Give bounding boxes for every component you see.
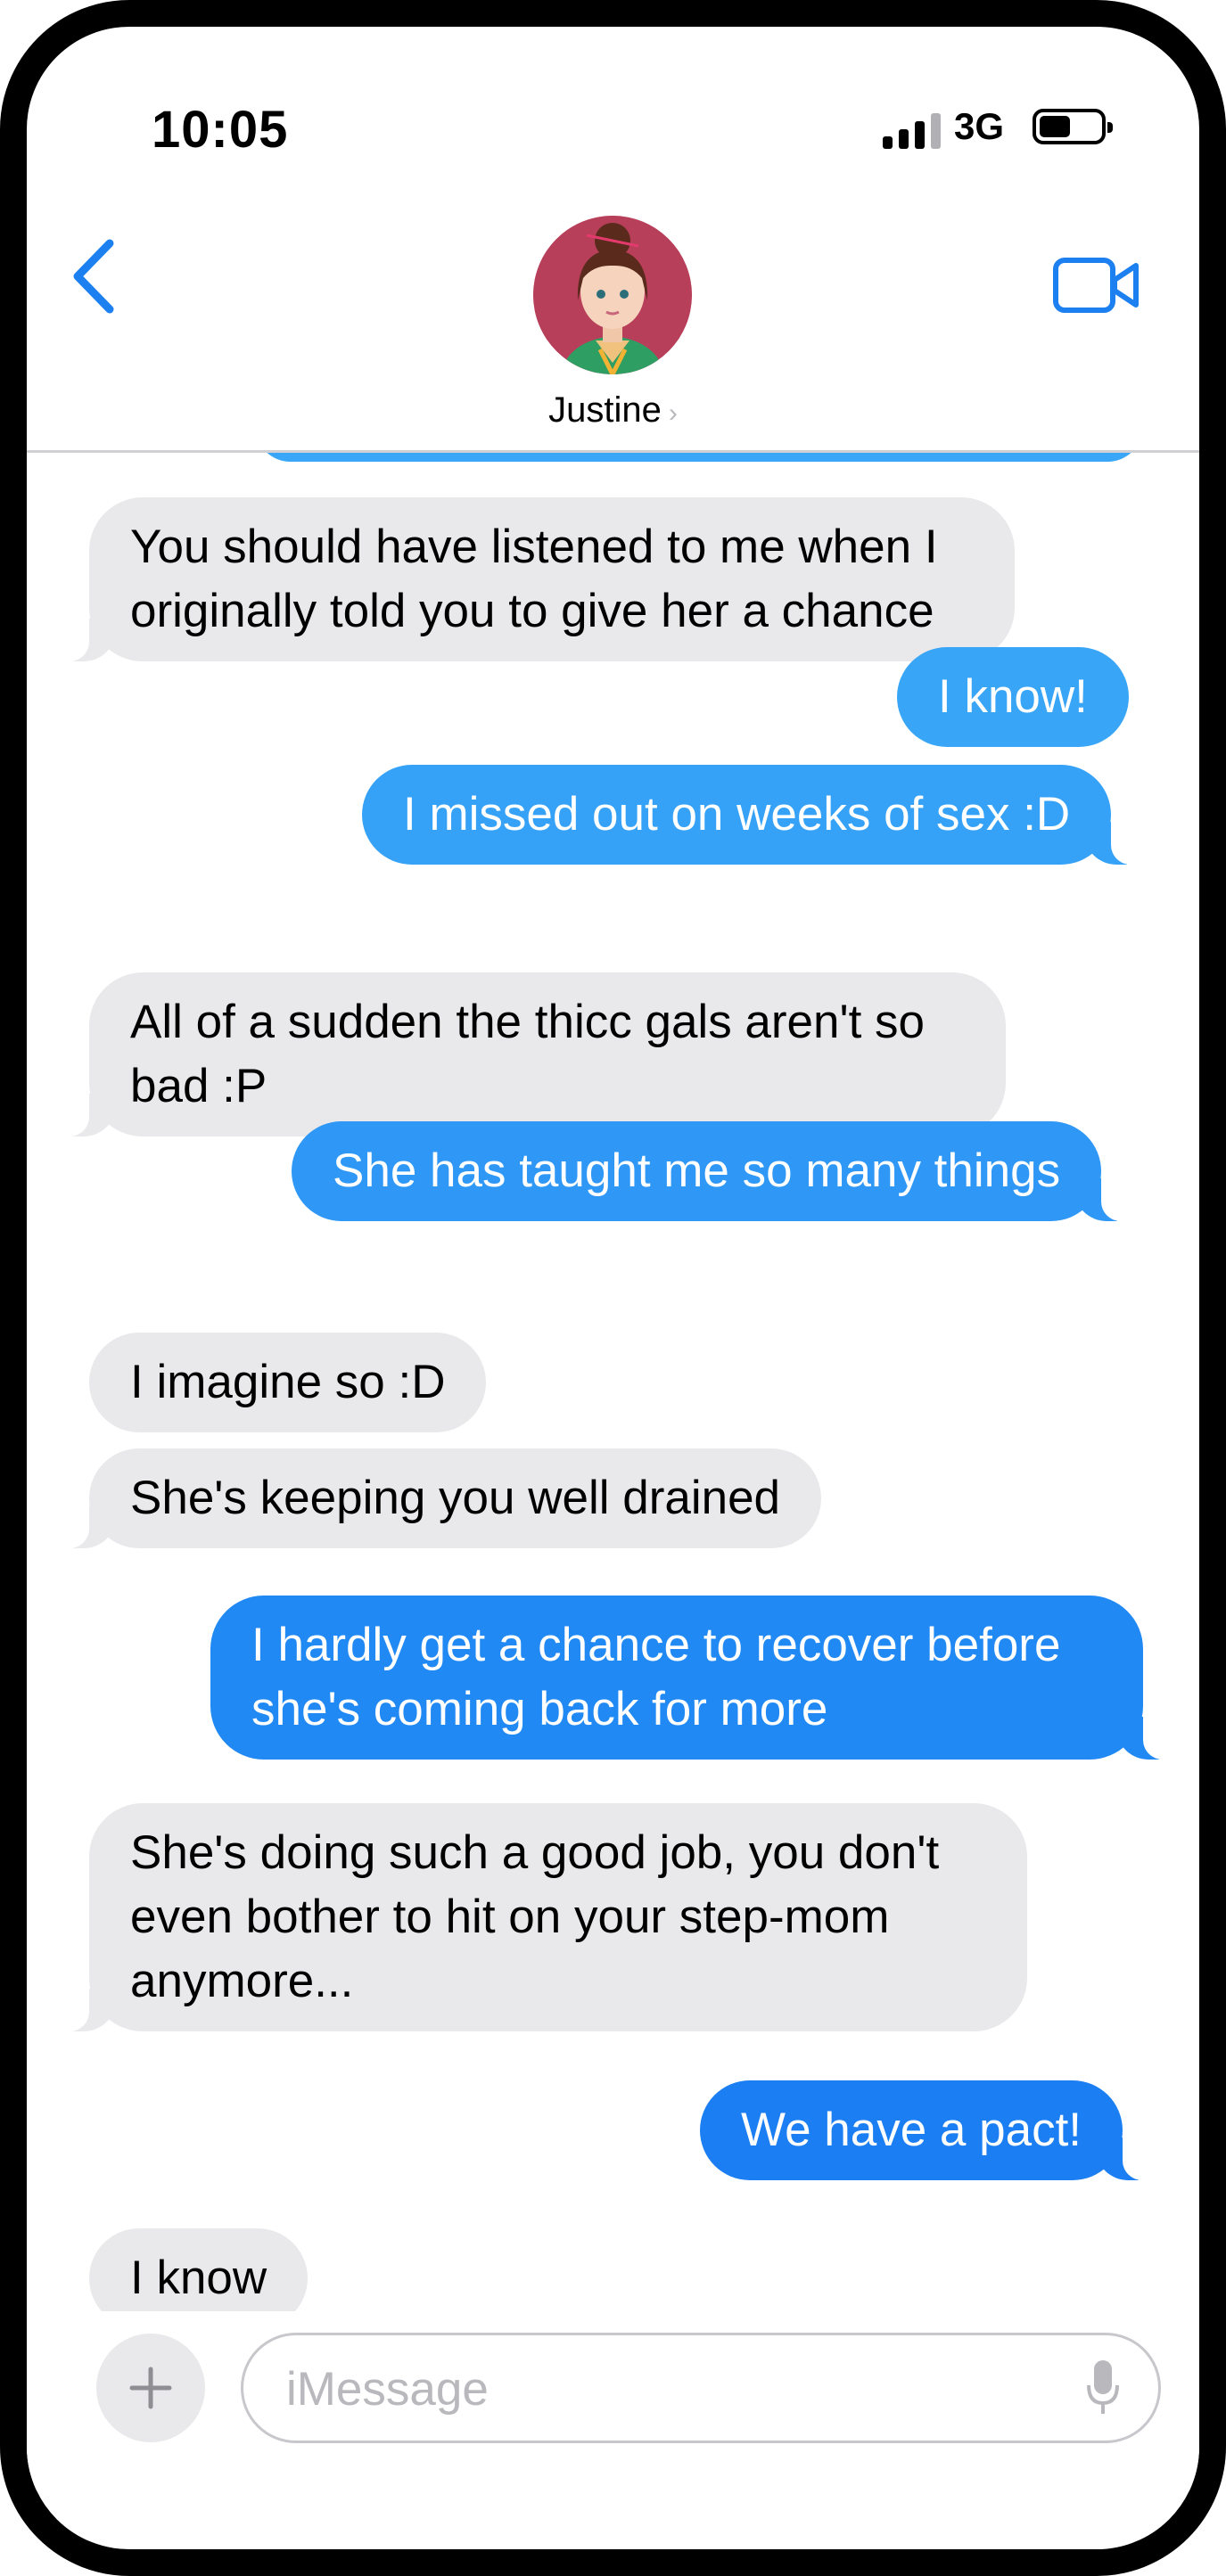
message-text: I hardly get a chance to recover before … <box>251 1619 1061 1735</box>
message-text: I imagine so :D <box>130 1356 446 1408</box>
signal-icon <box>883 111 941 149</box>
battery-icon <box>1033 109 1113 144</box>
message-text: I missed out on weeks of sex :D <box>403 788 1071 841</box>
message-text: All of a sudden the thicc gals aren't so… <box>130 996 926 1112</box>
message-bubble-incoming[interactable]: She's keeping you well drained <box>58 1448 822 1548</box>
message-bubble-outgoing[interactable]: We have a pact! <box>700 2080 1154 2180</box>
avatar-portrait-icon <box>533 216 692 374</box>
message-bubble-outgoing[interactable]: I hardly get a chance to recover before … <box>210 1596 1173 1760</box>
message-text: She has taught me so many things <box>333 1144 1061 1197</box>
message-bubble-outgoing[interactable]: I know! <box>897 647 1129 747</box>
apps-button[interactable] <box>96 2334 205 2442</box>
message-bubble-outgoing-partial <box>255 453 1143 462</box>
message-text: I know <box>130 2252 267 2304</box>
message-bubble-outgoing[interactable]: She has taught me so many things <box>292 1121 1132 1221</box>
back-chevron-icon[interactable] <box>67 236 120 316</box>
status-time: 10:05 <box>152 101 289 159</box>
video-call-icon[interactable] <box>1052 257 1141 314</box>
message-text: She's doing such a good job, you don't e… <box>130 1826 940 2007</box>
microphone-icon[interactable] <box>1085 2359 1121 2417</box>
message-text: You should have listened to me when I or… <box>130 521 938 637</box>
plus-icon <box>129 2367 172 2409</box>
status-bar: 10:05 3G <box>27 27 1199 187</box>
message-bubble-incoming[interactable]: You should have listened to me when I or… <box>59 497 1015 661</box>
message-bubble-incoming[interactable]: All of a sudden the thicc gals aren't so… <box>59 972 1006 1136</box>
conversation-header: Justine › <box>27 187 1199 453</box>
contact-avatar[interactable] <box>533 216 692 374</box>
network-type: 3G <box>954 105 1005 147</box>
contact-name-button[interactable]: Justine › <box>27 390 1199 431</box>
message-bubble-outgoing[interactable]: I missed out on weeks of sex :D <box>362 765 1142 865</box>
chevron-right-icon: › <box>668 398 678 428</box>
message-text: We have a pact! <box>741 2104 1082 2156</box>
message-input[interactable]: iMessage <box>241 2333 1161 2443</box>
message-text: I know! <box>938 670 1088 723</box>
message-input-placeholder: iMessage <box>286 2363 489 2416</box>
message-bubble-incoming[interactable]: I know <box>89 2228 309 2311</box>
message-text: She's keeping you well drained <box>130 1472 781 1524</box>
message-list[interactable]: You should have listened to me when I or… <box>27 453 1199 2311</box>
message-bubble-incoming[interactable]: She's doing such a good job, you don't e… <box>59 1803 1027 2031</box>
message-bubble-incoming[interactable]: I imagine so :D <box>89 1333 487 1432</box>
contact-name: Justine <box>548 390 662 430</box>
message-composer: iMessage <box>27 2313 1199 2491</box>
phone-frame: 10:05 3G Justine › You should have liste… <box>0 0 1226 2576</box>
